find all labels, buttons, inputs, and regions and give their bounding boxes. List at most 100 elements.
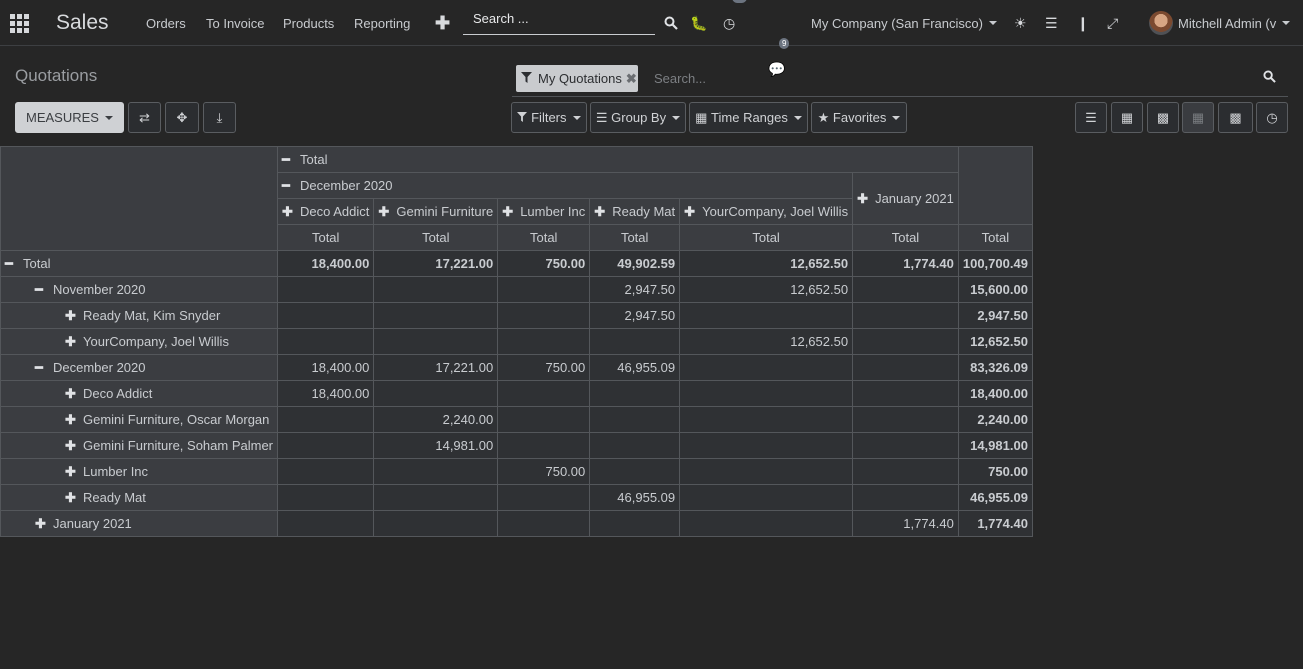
pivot-cell[interactable]: 750.00: [497, 458, 591, 485]
menu-reporting[interactable]: Reporting: [354, 0, 410, 46]
remove-facet-icon[interactable]: ✖: [626, 71, 637, 87]
pivot-cell[interactable]: [852, 354, 959, 381]
pivot-cell[interactable]: [497, 380, 591, 407]
favorites-dropdown[interactable]: ★ Favorites: [811, 102, 907, 133]
search-input[interactable]: Search...: [654, 71, 706, 86]
row-header[interactable]: ✚ January 2021: [0, 510, 279, 537]
pivot-cell[interactable]: [373, 458, 499, 485]
row-header[interactable]: ✚ Deco Addict: [0, 380, 279, 407]
pivot-view-button[interactable]: ▦: [1182, 102, 1214, 133]
measure-header[interactable]: Total: [589, 224, 681, 251]
row-header[interactable]: ✚ Ready Mat, Kim Snyder: [0, 302, 279, 329]
row-header[interactable]: ✚ YourCompany, Joel Willis: [0, 328, 279, 355]
quick-create-plus-icon[interactable]: ✚: [435, 0, 450, 46]
row-total-cell[interactable]: 2,240.00: [957, 406, 1033, 433]
pivot-cell[interactable]: [679, 458, 854, 485]
pivot-cell[interactable]: 2,947.50: [589, 302, 681, 329]
pivot-cell[interactable]: [589, 458, 681, 485]
pivot-cell[interactable]: 750.00: [497, 250, 591, 277]
pivot-cell[interactable]: [679, 484, 854, 511]
search-facet[interactable]: My Quotations ✖: [516, 65, 638, 92]
pivot-cell[interactable]: [852, 380, 959, 407]
row-total-cell[interactable]: 14,981.00: [957, 432, 1033, 459]
pivot-cell[interactable]: [589, 432, 681, 459]
pivot-cell[interactable]: [589, 406, 681, 433]
pivot-cell[interactable]: [852, 458, 959, 485]
pivot-cell[interactable]: 14,981.00: [373, 432, 499, 459]
pivot-cell[interactable]: 17,221.00: [373, 354, 499, 381]
row-total-cell[interactable]: 2,947.50: [957, 302, 1033, 329]
pivot-cell[interactable]: 18,400.00: [277, 380, 375, 407]
apps-menu-icon[interactable]: [10, 0, 32, 46]
flip-axis-button[interactable]: ⇄: [128, 102, 161, 133]
pivot-cell[interactable]: 12,652.50: [679, 328, 854, 355]
col-header-january-2021[interactable]: ✚ January 2021: [852, 172, 959, 225]
pivot-cell[interactable]: [679, 432, 854, 459]
download-button[interactable]: ⤓: [203, 102, 236, 133]
pivot-cell[interactable]: [589, 328, 681, 355]
row-total-cell[interactable]: 83,326.09: [957, 354, 1033, 381]
col-header-partner[interactable]: ✚ Lumber Inc: [497, 198, 591, 225]
pivot-cell[interactable]: [589, 510, 681, 537]
col-header-partner[interactable]: ✚ Ready Mat: [589, 198, 681, 225]
row-header[interactable]: ✚ Gemini Furniture, Soham Palmer: [0, 432, 279, 459]
row-total-cell[interactable]: 18,400.00: [957, 380, 1033, 407]
pivot-cell[interactable]: [852, 484, 959, 511]
bookmark-icon[interactable]: ❙: [1077, 0, 1089, 46]
row-header[interactable]: ✚ Lumber Inc: [0, 458, 279, 485]
pivot-cell[interactable]: 1,774.40: [852, 250, 959, 277]
pivot-cell[interactable]: [852, 276, 959, 303]
pivot-cell[interactable]: 12,652.50: [679, 276, 854, 303]
row-header[interactable]: ✚ Gemini Furniture, Oscar Morgan: [0, 406, 279, 433]
pivot-cell[interactable]: 2,240.00: [373, 406, 499, 433]
activity-view-button[interactable]: ◷: [1256, 102, 1288, 133]
company-switcher[interactable]: My Company (San Francisco): [811, 0, 997, 46]
navbar-search-input[interactable]: Search ...: [463, 5, 655, 35]
pivot-cell[interactable]: [679, 406, 854, 433]
measure-header[interactable]: Total: [957, 224, 1033, 251]
user-menu[interactable]: Mitchell Admin (v: [1149, 0, 1291, 46]
col-header-total[interactable]: ━ Total: [277, 146, 959, 173]
measure-header[interactable]: Total: [679, 224, 854, 251]
pivot-cell[interactable]: 18,400.00: [277, 250, 375, 277]
row-total-cell[interactable]: 12,652.50: [957, 328, 1033, 355]
measures-button[interactable]: MEASURES: [15, 102, 124, 133]
pivot-cell[interactable]: [497, 484, 591, 511]
messages-chat-icon[interactable]: 💬 9: [768, 38, 1303, 92]
pivot-cell[interactable]: 2,947.50: [589, 276, 681, 303]
row-total-cell[interactable]: 1,774.40: [957, 510, 1033, 537]
col-header-december-2020[interactable]: ━ December 2020: [277, 172, 854, 199]
pivot-cell[interactable]: [277, 432, 375, 459]
row-header[interactable]: ✚ Ready Mat: [0, 484, 279, 511]
row-header[interactable]: ━ December 2020: [0, 354, 279, 381]
pivot-cell[interactable]: [373, 328, 499, 355]
calendar-view-button[interactable]: ▩: [1147, 102, 1179, 133]
search-icon[interactable]: [664, 0, 678, 46]
pivot-cell[interactable]: [277, 510, 375, 537]
pivot-cell[interactable]: [277, 302, 375, 329]
pivot-cell[interactable]: [277, 276, 375, 303]
pivot-cell[interactable]: [589, 380, 681, 407]
menu-to-invoice[interactable]: To Invoice: [206, 0, 265, 46]
row-header[interactable]: ━ Total: [0, 250, 279, 277]
expand-all-button[interactable]: ✥: [165, 102, 199, 133]
menu-orders[interactable]: Orders: [146, 0, 186, 46]
pivot-cell[interactable]: [373, 276, 499, 303]
pivot-cell[interactable]: [277, 406, 375, 433]
pivot-cell[interactable]: 17,221.00: [373, 250, 499, 277]
pivot-cell[interactable]: [497, 328, 591, 355]
pivot-cell[interactable]: [679, 510, 854, 537]
pivot-cell[interactable]: [373, 484, 499, 511]
pivot-cell[interactable]: [497, 510, 591, 537]
pivot-cell[interactable]: 18,400.00: [277, 354, 375, 381]
menu-lines-icon[interactable]: ☰: [1045, 0, 1058, 46]
row-header[interactable]: ━ November 2020: [0, 276, 279, 303]
list-view-button[interactable]: ☰: [1075, 102, 1107, 133]
dark-mode-sun-icon[interactable]: ☀: [1014, 0, 1027, 46]
pivot-cell[interactable]: [852, 406, 959, 433]
measure-header[interactable]: Total: [373, 224, 499, 251]
group-by-dropdown[interactable]: ☰ Group By: [590, 102, 686, 133]
col-header-partner[interactable]: ✚ YourCompany, Joel Willis: [679, 198, 854, 225]
pivot-cell[interactable]: [497, 406, 591, 433]
pivot-cell[interactable]: [497, 432, 591, 459]
